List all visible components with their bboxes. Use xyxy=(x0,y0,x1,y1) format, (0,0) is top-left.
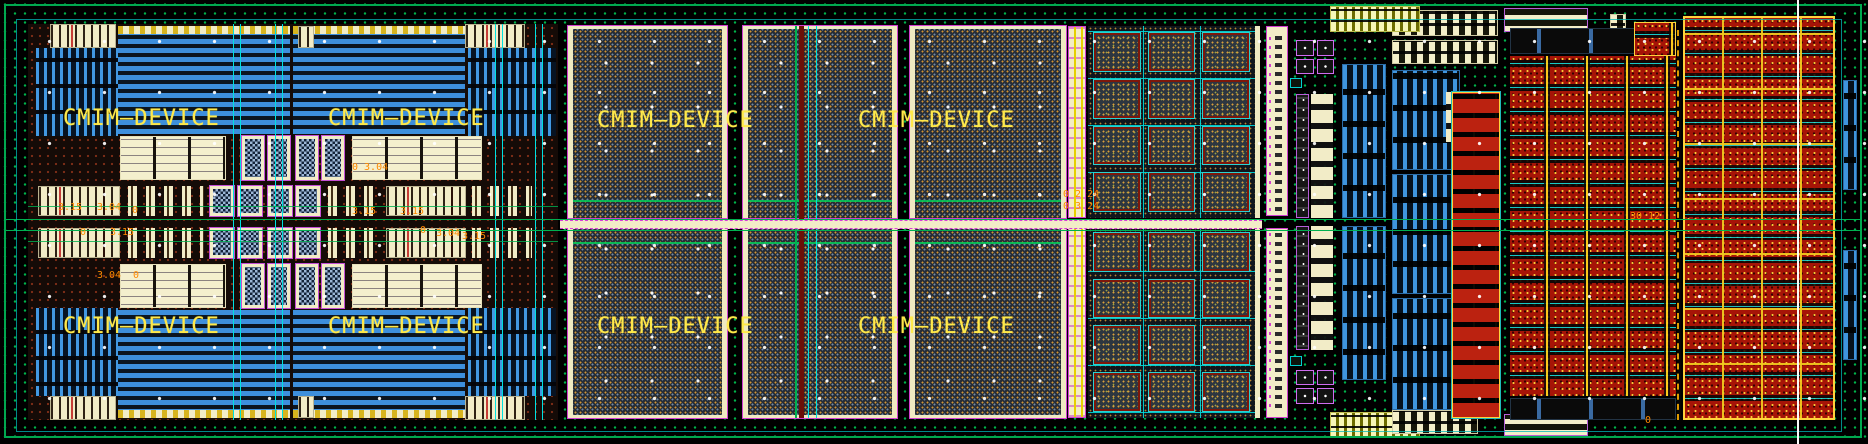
ruler-line xyxy=(1797,0,1799,444)
layout-canvas[interactable]: CMIM—DEVICECMIM—DEVICECMIM—DEVICECMIM—DE… xyxy=(0,0,1868,444)
boundary-frame-inner xyxy=(16,19,1842,432)
